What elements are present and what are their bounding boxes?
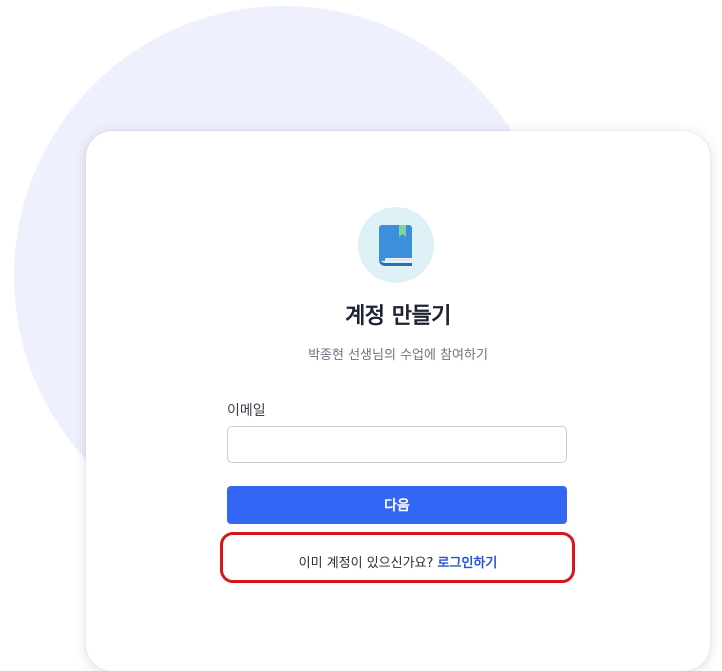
login-prompt: 이미 계정이 있으신가요? 로그인하기 <box>86 552 710 571</box>
page-subtitle: 박종현 선생님의 수업에 참여하기 <box>308 348 488 363</box>
next-button[interactable]: 다음 <box>227 486 567 524</box>
email-input[interactable] <box>227 426 567 463</box>
logo <box>358 207 434 283</box>
email-label: 이메일 <box>227 403 266 419</box>
login-link[interactable]: 로그인하기 <box>438 556 498 571</box>
signup-card: 계정 만들기 박종현 선생님의 수업에 참여하기 이메일 다음 이미 계정이 있… <box>86 131 710 671</box>
book-icon <box>379 225 412 266</box>
login-prompt-text: 이미 계정이 있으신가요? <box>298 556 434 571</box>
page-title: 계정 만들기 <box>345 304 451 329</box>
